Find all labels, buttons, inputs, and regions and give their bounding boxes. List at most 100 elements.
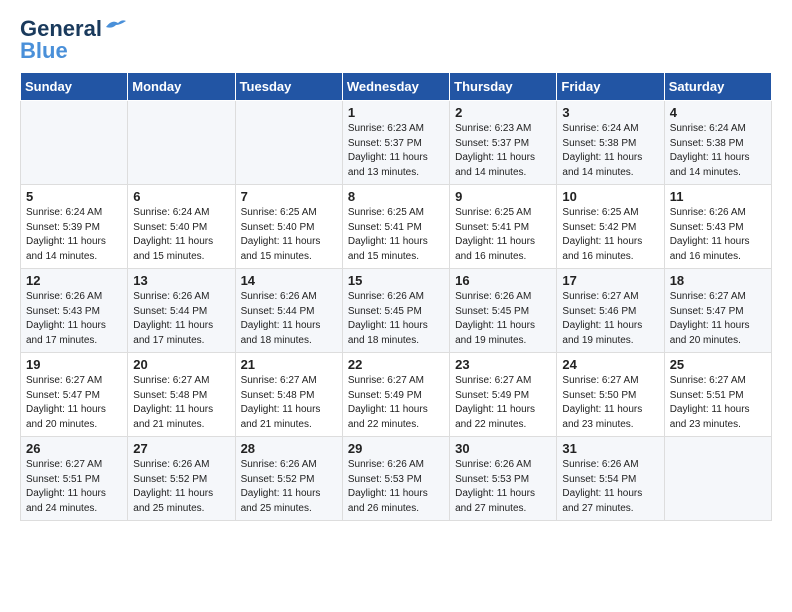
- calendar-table: SundayMondayTuesdayWednesdayThursdayFrid…: [20, 72, 772, 521]
- logo-blue: Blue: [20, 38, 68, 64]
- day-number: 20: [133, 357, 229, 372]
- day-number: 4: [670, 105, 766, 120]
- calendar-week-row: 26Sunrise: 6:27 AMSunset: 5:51 PMDayligh…: [21, 437, 772, 521]
- day-info: Sunrise: 6:26 AMSunset: 5:44 PMDaylight:…: [241, 290, 337, 348]
- day-info: Sunrise: 6:27 AMSunset: 5:48 PMDaylight:…: [241, 374, 337, 432]
- day-number: 12: [26, 273, 122, 288]
- calendar-cell: [235, 101, 342, 185]
- day-info: Sunrise: 6:25 AMSunset: 5:40 PMDaylight:…: [241, 206, 337, 264]
- day-number: 13: [133, 273, 229, 288]
- calendar-cell: 8Sunrise: 6:25 AMSunset: 5:41 PMDaylight…: [342, 185, 449, 269]
- day-number: 16: [455, 273, 551, 288]
- day-number: 9: [455, 189, 551, 204]
- calendar-cell: 14 Sunrise: 6:26 AMSunset: 5:44 PMDayligh…: [235, 269, 342, 353]
- day-info: Sunrise: 6:25 AMSunset: 5:41 PMDaylight:…: [348, 206, 444, 264]
- day-info: Sunrise: 6:27 AMSunset: 5:46 PMDaylight:…: [562, 290, 658, 348]
- day-number: 2: [455, 105, 551, 120]
- day-info: Sunrise: 6:25 AMSunset: 5:42 PMDaylight:…: [562, 206, 658, 264]
- day-info: Sunrise: 6:27 AMSunset: 5:51 PMDaylight:…: [670, 374, 766, 432]
- calendar-cell: 20 Sunrise: 6:27 AMSunset: 5:48 PMDayligh…: [128, 353, 235, 437]
- day-number: 15: [348, 273, 444, 288]
- day-number: 5: [26, 189, 122, 204]
- calendar-cell: 29 Sunrise: 6:26 AMSunset: 5:53 PMDayligh…: [342, 437, 449, 521]
- calendar-week-row: 5 Sunrise: 6:24 AMSunset: 5:39 PMDaylight…: [21, 185, 772, 269]
- calendar-cell: 17 Sunrise: 6:27 AMSunset: 5:46 PMDayligh…: [557, 269, 664, 353]
- day-number: 18: [670, 273, 766, 288]
- calendar-cell: 27 Sunrise: 6:26 AMSunset: 5:52 PMDayligh…: [128, 437, 235, 521]
- calendar-cell: 9 Sunrise: 6:25 AMSunset: 5:41 PMDaylight…: [450, 185, 557, 269]
- weekday-header-friday: Friday: [557, 73, 664, 101]
- calendar-cell: 21 Sunrise: 6:27 AMSunset: 5:48 PMDayligh…: [235, 353, 342, 437]
- weekday-header-sunday: Sunday: [21, 73, 128, 101]
- calendar-cell: 10 Sunrise: 6:25 AMSunset: 5:42 PMDayligh…: [557, 185, 664, 269]
- calendar-cell: [128, 101, 235, 185]
- day-info: Sunrise: 6:27 AMSunset: 5:49 PMDaylight:…: [348, 374, 444, 432]
- day-info: Sunrise: 6:26 AMSunset: 5:54 PMDaylight:…: [562, 458, 658, 516]
- day-info: Sunrise: 6:26 AMSunset: 5:45 PMDaylight:…: [455, 290, 551, 348]
- calendar-cell: 3Sunrise: 6:24 AMSunset: 5:38 PMDaylight…: [557, 101, 664, 185]
- weekday-header-saturday: Saturday: [664, 73, 771, 101]
- page: General Blue SundayMondayTuesdayWednesda…: [0, 0, 792, 537]
- day-number: 17: [562, 273, 658, 288]
- day-info: Sunrise: 6:27 AMSunset: 5:47 PMDaylight:…: [26, 374, 122, 432]
- day-info: Sunrise: 6:27 AMSunset: 5:51 PMDaylight:…: [26, 458, 122, 516]
- calendar-cell: 7 Sunrise: 6:25 AMSunset: 5:40 PMDaylight…: [235, 185, 342, 269]
- calendar-cell: 5 Sunrise: 6:24 AMSunset: 5:39 PMDaylight…: [21, 185, 128, 269]
- calendar-cell: 26Sunrise: 6:27 AMSunset: 5:51 PMDayligh…: [21, 437, 128, 521]
- day-info: Sunrise: 6:26 AMSunset: 5:43 PMDaylight:…: [670, 206, 766, 264]
- day-number: 11: [670, 189, 766, 204]
- day-number: 31: [562, 441, 658, 456]
- day-number: 23: [455, 357, 551, 372]
- weekday-header-monday: Monday: [128, 73, 235, 101]
- day-info: Sunrise: 6:26 AMSunset: 5:44 PMDaylight:…: [133, 290, 229, 348]
- calendar-week-row: 12 Sunrise: 6:26 AMSunset: 5:43 PMDayligh…: [21, 269, 772, 353]
- day-number: 29: [348, 441, 444, 456]
- day-info: Sunrise: 6:27 AMSunset: 5:47 PMDaylight:…: [670, 290, 766, 348]
- weekday-header-tuesday: Tuesday: [235, 73, 342, 101]
- day-info: Sunrise: 6:23 AMSunset: 5:37 PMDaylight:…: [455, 122, 551, 180]
- calendar-cell: 19 Sunrise: 6:27 AMSunset: 5:47 PMDayligh…: [21, 353, 128, 437]
- calendar-cell: [21, 101, 128, 185]
- logo: General Blue: [20, 16, 126, 64]
- calendar-cell: 16 Sunrise: 6:26 AMSunset: 5:45 PMDayligh…: [450, 269, 557, 353]
- calendar-cell: 12 Sunrise: 6:26 AMSunset: 5:43 PMDayligh…: [21, 269, 128, 353]
- day-number: 14: [241, 273, 337, 288]
- day-info: Sunrise: 6:25 AMSunset: 5:41 PMDaylight:…: [455, 206, 551, 264]
- day-info: Sunrise: 6:26 AMSunset: 5:53 PMDaylight:…: [348, 458, 444, 516]
- day-number: 30: [455, 441, 551, 456]
- calendar-cell: 28 Sunrise: 6:26 AMSunset: 5:52 PMDayligh…: [235, 437, 342, 521]
- calendar-cell: 25 Sunrise: 6:27 AMSunset: 5:51 PMDayligh…: [664, 353, 771, 437]
- calendar-cell: 11 Sunrise: 6:26 AMSunset: 5:43 PMDayligh…: [664, 185, 771, 269]
- calendar-cell: 24Sunrise: 6:27 AMSunset: 5:50 PMDayligh…: [557, 353, 664, 437]
- calendar-cell: 15 Sunrise: 6:26 AMSunset: 5:45 PMDayligh…: [342, 269, 449, 353]
- day-info: Sunrise: 6:26 AMSunset: 5:52 PMDaylight:…: [241, 458, 337, 516]
- day-number: 28: [241, 441, 337, 456]
- calendar-cell: 2 Sunrise: 6:23 AMSunset: 5:37 PMDaylight…: [450, 101, 557, 185]
- calendar-cell: 30 Sunrise: 6:26 AMSunset: 5:53 PMDayligh…: [450, 437, 557, 521]
- day-number: 25: [670, 357, 766, 372]
- calendar-cell: 22 Sunrise: 6:27 AMSunset: 5:49 PMDayligh…: [342, 353, 449, 437]
- day-info: Sunrise: 6:24 AMSunset: 5:38 PMDaylight:…: [562, 122, 658, 180]
- day-number: 19: [26, 357, 122, 372]
- day-number: 1: [348, 105, 444, 120]
- calendar-cell: 4Sunrise: 6:24 AMSunset: 5:38 PMDaylight…: [664, 101, 771, 185]
- day-info: Sunrise: 6:23 AMSunset: 5:37 PMDaylight:…: [348, 122, 444, 180]
- day-info: Sunrise: 6:26 AMSunset: 5:52 PMDaylight:…: [133, 458, 229, 516]
- day-info: Sunrise: 6:24 AMSunset: 5:39 PMDaylight:…: [26, 206, 122, 264]
- header: General Blue: [20, 16, 772, 64]
- day-info: Sunrise: 6:24 AMSunset: 5:40 PMDaylight:…: [133, 206, 229, 264]
- day-number: 7: [241, 189, 337, 204]
- day-number: 10: [562, 189, 658, 204]
- day-info: Sunrise: 6:26 AMSunset: 5:45 PMDaylight:…: [348, 290, 444, 348]
- calendar-cell: 13 Sunrise: 6:26 AMSunset: 5:44 PMDayligh…: [128, 269, 235, 353]
- weekday-header-wednesday: Wednesday: [342, 73, 449, 101]
- day-number: 27: [133, 441, 229, 456]
- day-number: 6: [133, 189, 229, 204]
- day-number: 22: [348, 357, 444, 372]
- calendar-week-row: 19 Sunrise: 6:27 AMSunset: 5:47 PMDayligh…: [21, 353, 772, 437]
- day-info: Sunrise: 6:26 AMSunset: 5:43 PMDaylight:…: [26, 290, 122, 348]
- logo-bird-icon: [104, 17, 126, 35]
- day-info: Sunrise: 6:26 AMSunset: 5:53 PMDaylight:…: [455, 458, 551, 516]
- day-info: Sunrise: 6:27 AMSunset: 5:48 PMDaylight:…: [133, 374, 229, 432]
- day-number: 21: [241, 357, 337, 372]
